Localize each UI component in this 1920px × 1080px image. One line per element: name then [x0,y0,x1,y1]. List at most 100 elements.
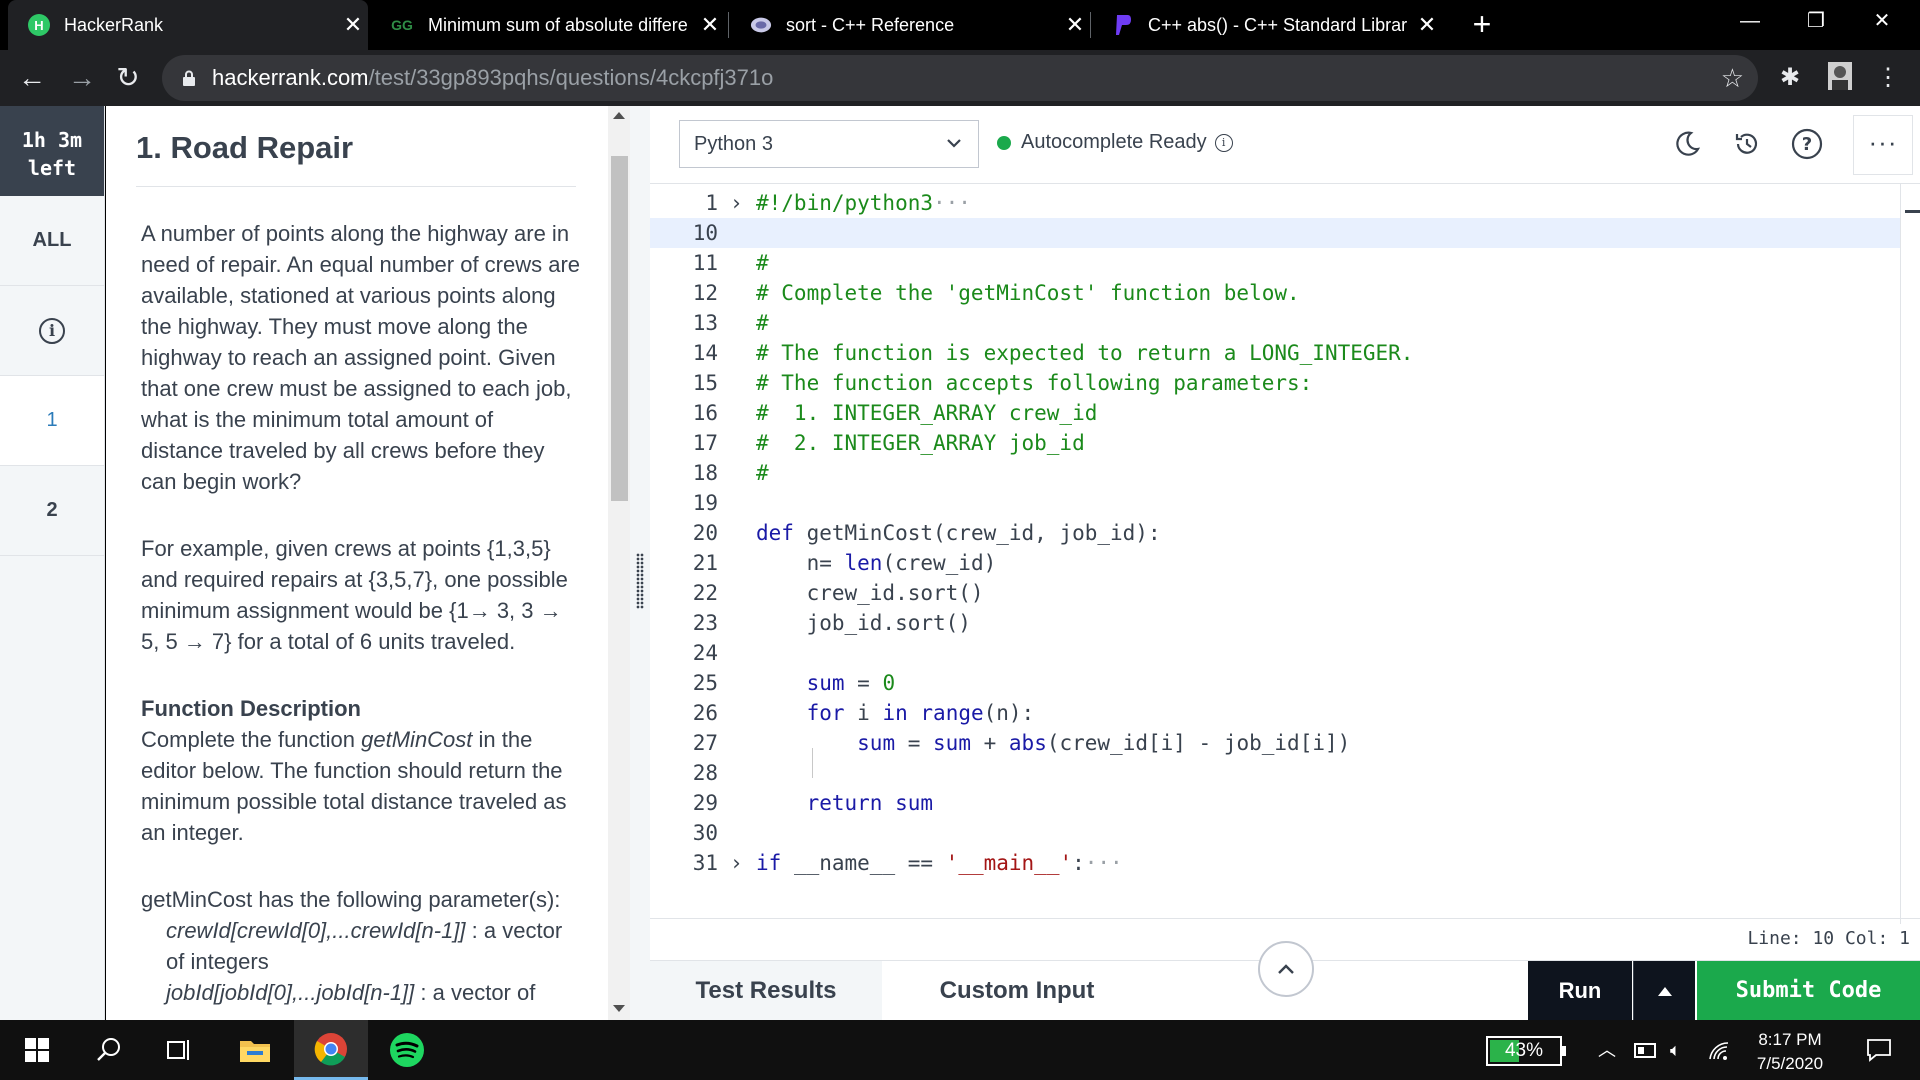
minimize-icon[interactable]: — [1720,0,1780,42]
indent-guide [812,748,813,778]
line-number: 30 [692,821,718,845]
nav-question-1[interactable]: 1 [0,376,104,466]
parameter-job-id: jobId[jobId[0],...jobId[n-1]] : a vector… [141,977,581,1008]
code-line[interactable]: 12 # Complete the 'getMinCost' function b… [650,278,1900,308]
drag-handle-icon[interactable] [636,553,644,609]
code-token: : [1072,851,1085,875]
fd-text-pre: Complete the function [141,727,362,752]
dark-mode-moon-icon[interactable] [1667,124,1707,164]
code-line[interactable]: 17 # 2. INTEGER_ARRAY job_id [650,428,1900,458]
code-line[interactable]: 11 # [650,248,1900,278]
folded-ellipsis-icon[interactable]: ··· [1085,851,1123,875]
close-tab-icon[interactable]: ✕ [338,12,368,38]
tab-programiz[interactable]: C++ abs() - C++ Standard Librar ✕ [1092,0,1442,50]
code-text: crew_id.sort() [756,578,984,608]
editor-scrollbar[interactable] [1900,184,1920,924]
run-options-caret-icon[interactable] [1633,961,1695,1021]
nav-all-questions[interactable]: ALL [0,196,104,286]
tab-custom-input[interactable]: Custom Input [882,961,1152,1021]
code-line[interactable]: 28 [650,758,1900,788]
folded-ellipsis-icon[interactable]: ··· [933,191,971,215]
code-line[interactable]: 24 [650,638,1900,668]
code-line[interactable]: 14 # The function is expected to return a… [650,338,1900,368]
windows-start-icon[interactable] [0,1020,74,1080]
code-keyword: def [756,521,794,545]
scroll-down-arrow-icon[interactable] [613,1005,625,1012]
language-select[interactable]: Python 3 [679,120,979,168]
code-area[interactable]: 1 › #!/bin/python3··· 10 11 #12 # Complete the… [650,184,1920,924]
battery-indicator[interactable]: 43% [1486,1036,1566,1066]
url-text: hackerrank.com/test/33gp893pqhs/question… [212,55,773,101]
problem-scroll-thumb[interactable] [611,156,628,501]
run-button[interactable]: Run [1528,961,1632,1021]
code-token: #!/bin/python3 [756,191,934,215]
fold-chevron-icon[interactable]: › [730,848,743,878]
fold-chevron-icon[interactable]: › [730,188,743,218]
new-tab-button[interactable]: + [1462,4,1502,44]
task-view-icon[interactable] [142,1020,216,1080]
code-line[interactable]: 31 › if __name__ == '__main__':··· [650,848,1900,878]
expand-panel-chevron-up-icon[interactable] [1258,941,1314,997]
code-keyword: sum [933,731,971,755]
more-options-icon[interactable]: ··· [1853,115,1913,175]
wifi-icon[interactable] [1708,1020,1730,1080]
code-line[interactable]: 20 def getMinCost(crew_id, job_id): [650,518,1900,548]
tab-geeksforgeeks[interactable]: GG Minimum sum of absolute differe ✕ [370,0,725,50]
scroll-up-arrow-icon[interactable] [613,112,625,119]
close-tab-icon[interactable]: ✕ [1412,12,1442,38]
chrome-taskbar-icon[interactable] [294,1020,368,1080]
time-remaining: 1h 3m left [0,106,104,196]
spotify-icon[interactable] [370,1020,444,1080]
close-tab-icon[interactable]: ✕ [1060,12,1090,38]
nav-info[interactable]: i [0,286,104,376]
profile-avatar[interactable] [1824,62,1856,94]
code-line[interactable]: 22 crew_id.sort() [650,578,1900,608]
reload-icon[interactable]: ↻ [108,58,148,98]
code-line[interactable]: 10 [650,218,1900,248]
close-tab-icon[interactable]: ✕ [695,12,725,38]
history-icon[interactable] [1727,124,1767,164]
code-line[interactable]: 27 sum = sum + abs(crew_id[i] - job_id[i… [650,728,1900,758]
code-line[interactable]: 16 # 1. INTEGER_ARRAY crew_id [650,398,1900,428]
browser-menu-icon[interactable]: ⋮ [1872,62,1904,94]
volume-icon[interactable]: 🔈︎ [1670,1020,1681,1080]
lock-icon [183,70,195,86]
forward-icon[interactable]: → [62,58,102,98]
code-line[interactable]: 18 # [650,458,1900,488]
code-line[interactable]: 29 return sum [650,788,1900,818]
tab-test-results[interactable]: Test Results [650,961,882,1021]
close-window-icon[interactable]: ✕ [1852,0,1912,42]
code-token: (n): [983,701,1035,725]
info-icon[interactable]: i [1214,133,1233,152]
tab-cplusplus[interactable]: sort - C++ Reference ✕ [730,0,1090,50]
code-line[interactable]: 26 for i in range(n): [650,698,1900,728]
restore-icon[interactable]: ❐ [1786,0,1846,42]
show-hidden-icons-chevron-icon[interactable]: ︿ [1598,1020,1616,1080]
display-icon[interactable] [1634,1020,1656,1080]
submit-code-button[interactable]: Submit Code [1697,961,1920,1021]
system-clock[interactable]: 8:17 PM 7/5/2020 [1740,1028,1840,1076]
code-line[interactable]: 21 n= len(crew_id) [650,548,1900,578]
code-line[interactable]: 23 job_id.sort() [650,608,1900,638]
code-text: n= len(crew_id) [756,548,997,578]
nav-question-2[interactable]: 2 [0,466,104,556]
code-line[interactable]: 30 [650,818,1900,848]
code-line[interactable]: 25 sum = 0 [650,668,1900,698]
tab-separator [1090,12,1091,38]
line-number: 29 [692,791,718,815]
back-icon[interactable]: ← [12,58,52,98]
help-icon[interactable]: ? [1787,124,1827,164]
bookmark-star-icon[interactable]: ☆ [1721,55,1744,101]
address-bar[interactable]: hackerrank.com/test/33gp893pqhs/question… [162,55,1758,101]
code-line[interactable]: 1 › #!/bin/python3··· [650,188,1900,218]
search-icon[interactable] [72,1020,146,1080]
code-line[interactable]: 15 # The function accepts following param… [650,368,1900,398]
file-explorer-icon[interactable] [218,1020,292,1080]
tab-hackerrank[interactable]: H HackerRank ✕ [8,0,368,50]
code-line[interactable]: 19 [650,488,1900,518]
code-line[interactable]: 13 # [650,308,1900,338]
extensions-puzzle-icon[interactable]: ✱ [1774,62,1806,94]
action-center-notification-icon[interactable] [1842,1020,1916,1080]
